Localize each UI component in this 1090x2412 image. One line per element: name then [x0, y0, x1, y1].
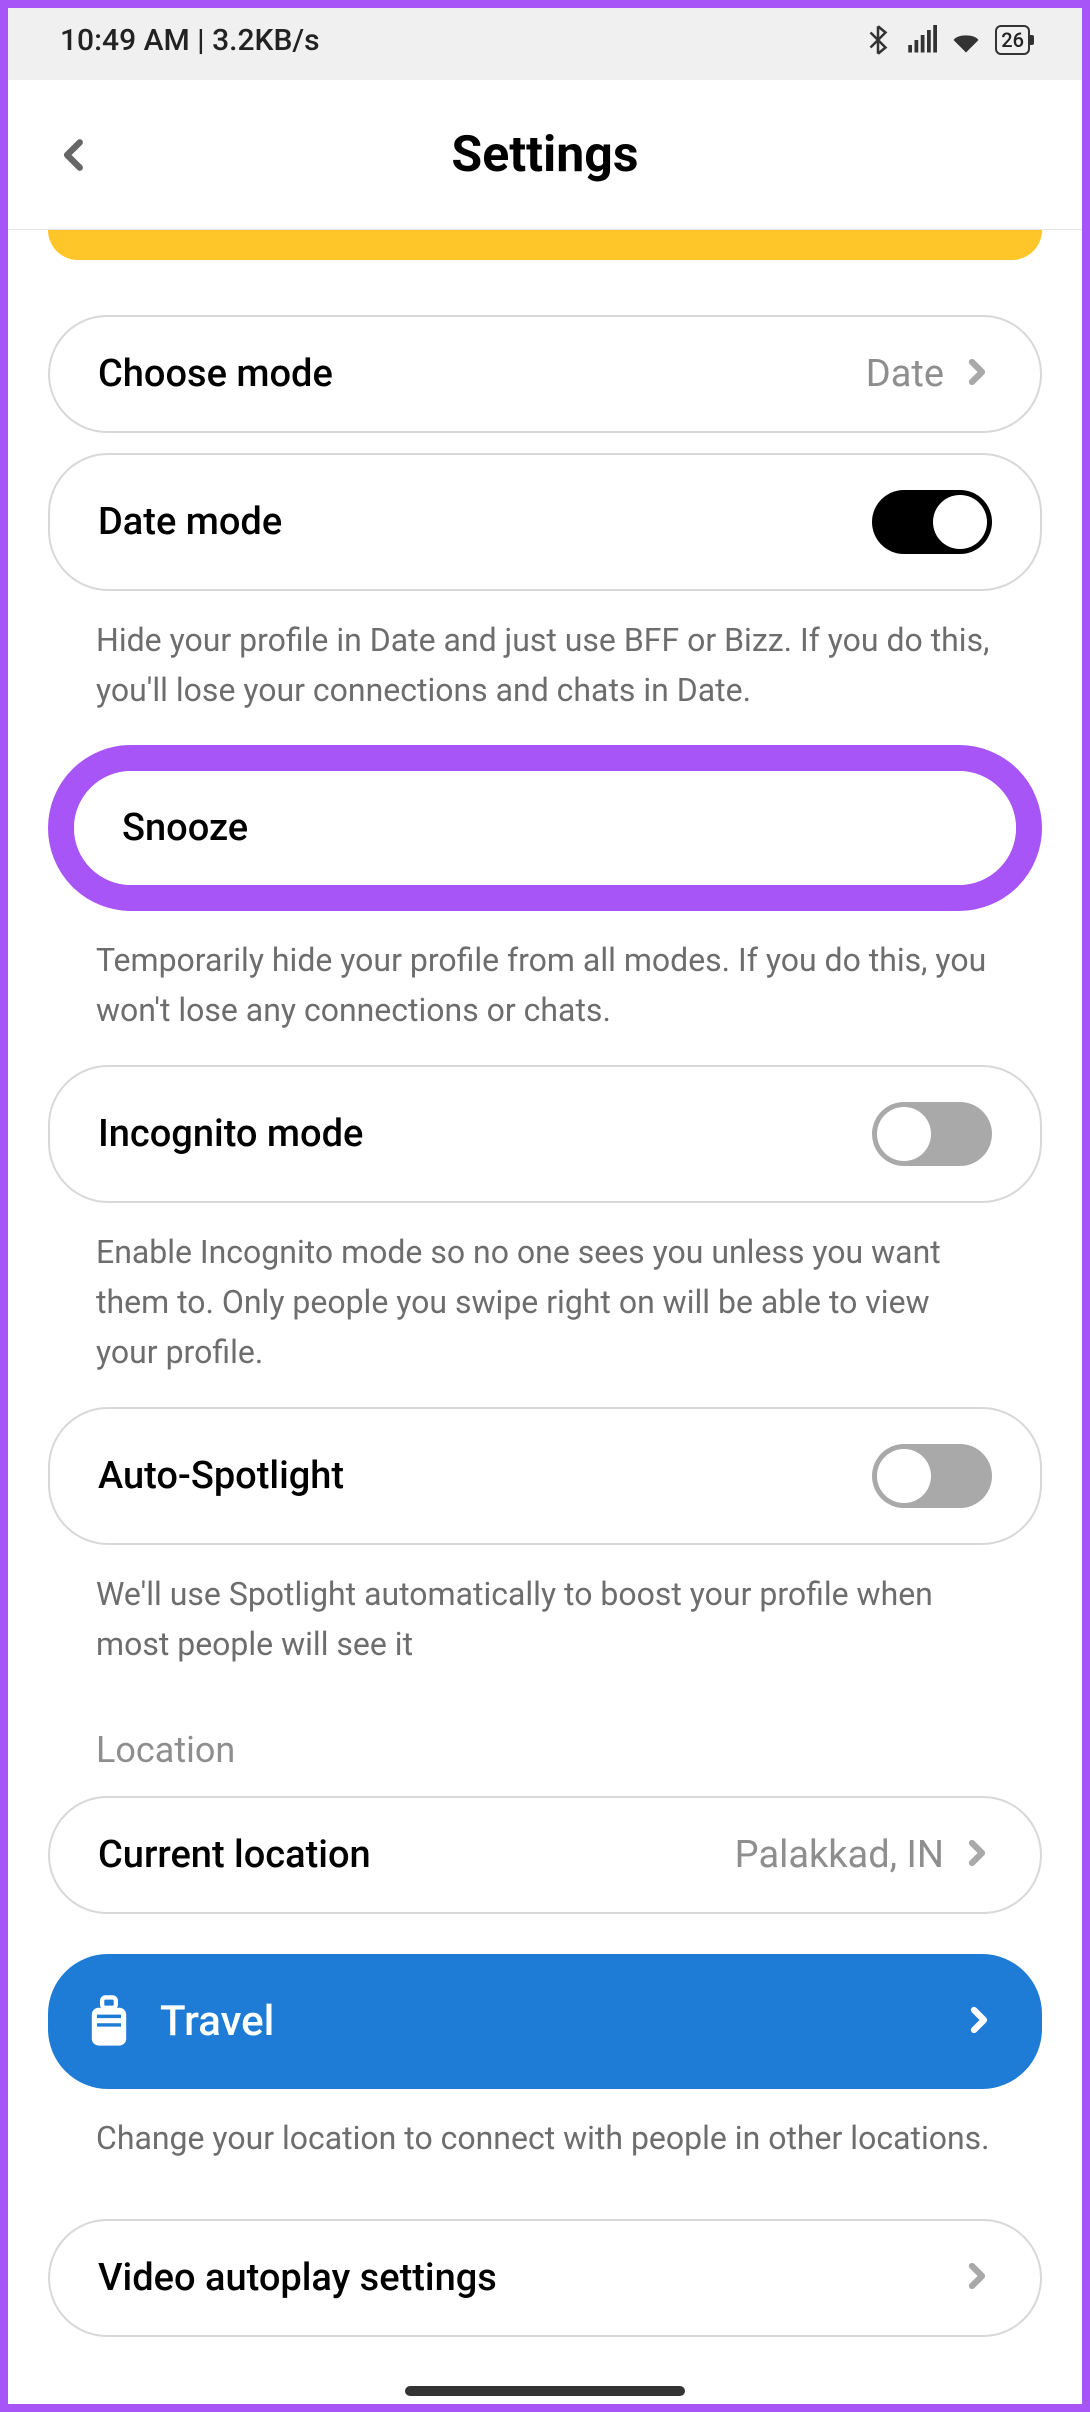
chevron-right-icon	[962, 352, 992, 396]
date-mode-row[interactable]: Date mode	[48, 453, 1042, 591]
luggage-icon	[88, 1994, 130, 2049]
chevron-right-icon	[964, 2000, 994, 2044]
date-mode-label: Date mode	[98, 500, 282, 544]
header: Settings	[0, 80, 1090, 230]
choose-mode-label: Choose mode	[98, 352, 333, 396]
spotlight-description: We'll use Spotlight automatically to boo…	[48, 1565, 1042, 1699]
incognito-label: Incognito mode	[98, 1112, 363, 1156]
choose-mode-value: Date	[866, 352, 944, 396]
status-icons: 26	[863, 25, 1030, 55]
incognito-toggle[interactable]	[872, 1102, 992, 1166]
travel-row[interactable]: Travel	[48, 1954, 1042, 2089]
location-section-label: Location	[48, 1699, 1042, 1796]
spotlight-toggle[interactable]	[872, 1444, 992, 1508]
back-button[interactable]	[50, 130, 100, 180]
snooze-description: Temporarily hide your profile from all m…	[48, 931, 1042, 1065]
incognito-row[interactable]: Incognito mode	[48, 1065, 1042, 1203]
snooze-highlight: Snooze	[48, 745, 1042, 911]
snooze-row[interactable]: Snooze	[74, 771, 1016, 885]
travel-label: Travel	[160, 1997, 274, 2046]
spotlight-label: Auto-Spotlight	[98, 1454, 344, 1498]
date-mode-description: Hide your profile in Date and just use B…	[48, 611, 1042, 745]
status-bar: 10:49 AM | 3.2KB/s 26	[0, 0, 1090, 80]
current-location-value: Palakkad, IN	[735, 1833, 944, 1877]
status-time: 10:49 AM | 3.2KB/s	[60, 23, 320, 58]
incognito-description: Enable Incognito mode so no one sees you…	[48, 1223, 1042, 1407]
video-autoplay-row[interactable]: Video autoplay settings	[48, 2219, 1042, 2337]
premium-banner-edge	[48, 230, 1042, 260]
snooze-label: Snooze	[122, 806, 248, 850]
wifi-icon	[951, 25, 981, 55]
signal-icon	[907, 25, 937, 55]
choose-mode-row[interactable]: Choose mode Date	[48, 315, 1042, 433]
current-location-label: Current location	[98, 1833, 371, 1877]
date-mode-toggle[interactable]	[872, 490, 992, 554]
page-title: Settings	[0, 126, 1090, 184]
spotlight-row[interactable]: Auto-Spotlight	[48, 1407, 1042, 1545]
video-autoplay-label: Video autoplay settings	[98, 2256, 497, 2300]
current-location-row[interactable]: Current location Palakkad, IN	[48, 1796, 1042, 1914]
battery-icon: 26	[995, 25, 1030, 55]
home-indicator[interactable]	[405, 2386, 685, 2396]
chevron-right-icon	[962, 2256, 992, 2300]
chevron-left-icon	[56, 136, 94, 174]
bluetooth-icon	[863, 25, 893, 55]
chevron-right-icon	[962, 1833, 992, 1877]
travel-description: Change your location to connect with peo…	[48, 2109, 1042, 2194]
